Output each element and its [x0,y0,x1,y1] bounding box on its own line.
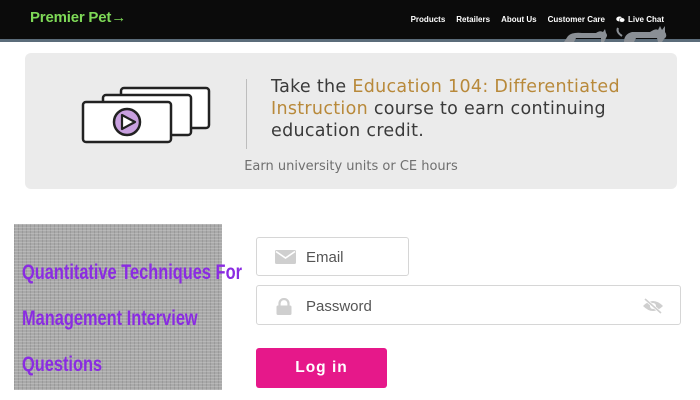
live-chat-label: Live Chat [627,15,664,24]
top-navigation-bar: Premier Pet→ Products Retailers About Us… [0,0,700,42]
password-field[interactable]: Password [256,285,681,325]
banner-headline: Take the Education 104: Differentiated I… [271,76,651,142]
logo-text: Premier Pet [30,9,112,26]
image-bottom-strip [0,390,235,400]
nav-link-products[interactable]: Products [411,15,446,24]
nav-link-retailers[interactable]: Retailers [456,15,490,24]
book-title-line-2: Management Interview [22,307,198,330]
eye-slash-icon[interactable] [642,298,664,314]
login-button[interactable]: Log in [256,348,387,388]
pets-silhouette-icon [564,26,667,42]
premier-pet-logo[interactable]: Premier Pet→ [30,9,126,26]
chat-bubble-icon [616,16,625,23]
password-placeholder: Password [306,298,372,315]
envelope-icon [275,250,296,264]
video-slides-icon [81,86,211,144]
nav-link-about-us[interactable]: About Us [501,15,537,24]
nav-link-customer-care[interactable]: Customer Care [548,15,605,24]
email-field[interactable]: Email [256,237,409,276]
logo-swirl: → [111,9,126,26]
quantitative-techniques-image: Quantitative Techniques For Management I… [12,224,242,390]
book-title-line-1: Quantitative Techniques For [22,261,242,284]
book-title-line-3: Questions [22,353,103,376]
nav-links: Products Retailers About Us Customer Car… [411,15,664,24]
banner-subtext: Earn university units or CE hours [244,159,458,174]
live-chat-link[interactable]: Live Chat [616,15,664,24]
banner-divider [246,79,247,149]
email-placeholder: Email [306,249,344,266]
education-promo-banner[interactable]: Take the Education 104: Differentiated I… [25,53,677,189]
lock-icon [276,298,292,315]
headline-prefix: Take the [271,77,353,97]
book-title: Quantitative Techniques For Management I… [22,250,242,388]
